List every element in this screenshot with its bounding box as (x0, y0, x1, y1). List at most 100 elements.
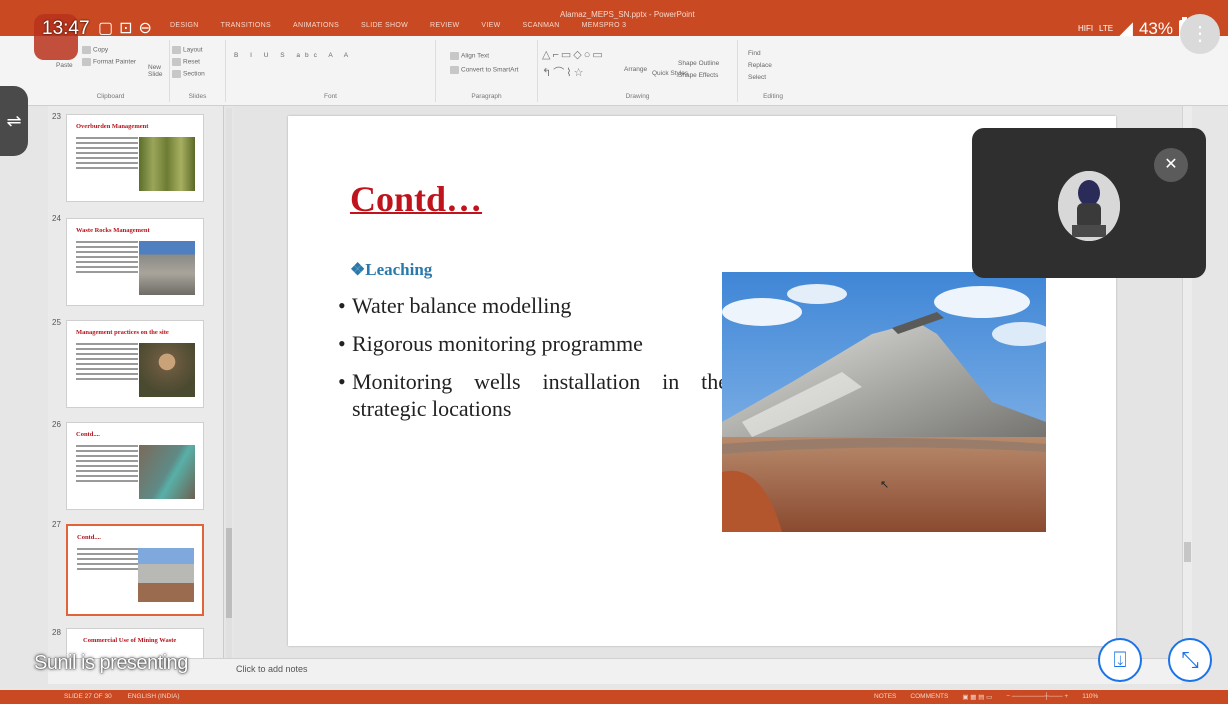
align-icon (450, 52, 459, 60)
paragraph-group: Align Text Convert to SmartArt Paragraph (436, 40, 538, 102)
thumb-number: 28 (52, 628, 61, 637)
slides-group: New Slide Layout Reset Section Slides (148, 40, 226, 102)
bullet-text: Water balance modelling (352, 293, 572, 318)
slide-thumbnail-25[interactable]: Management practices on the site (66, 320, 204, 408)
brush-icon (82, 58, 91, 66)
slide-thumbnail-24[interactable]: Waste Rocks Management (66, 218, 204, 306)
find-button[interactable]: Find (748, 50, 761, 57)
arrange-button[interactable]: Arrange (624, 66, 647, 73)
replace-button[interactable]: Replace (748, 62, 772, 69)
thumb-image (139, 445, 195, 499)
align-text-button[interactable]: Align Text (450, 52, 489, 60)
exit-fullscreen-button[interactable]: ⤡ (1168, 638, 1212, 682)
notes-toggle[interactable]: NOTES (874, 693, 896, 701)
copy-icon (82, 46, 91, 54)
section-icon (172, 70, 181, 78)
slide-subheading[interactable]: ❖Leaching (350, 260, 432, 280)
status-icons: ▢ ⊡ ⊖ (98, 18, 152, 38)
slide-thumbnail-23[interactable]: Overburden Management (66, 114, 204, 202)
copy-button[interactable]: Copy (82, 46, 108, 54)
drawing-group: △⌐▭◇○▭ ↰⌒⌇☆ Arrange Quick Styles Shape O… (538, 40, 738, 102)
layout-button[interactable]: Layout (172, 46, 203, 54)
ribbon-title-bar: Alamaz_MEPS_SN.pptx - PowerPoint DESIGN … (0, 0, 1228, 36)
shape-effects-button[interactable]: Shape Effects (678, 72, 718, 79)
tailings-heap-photo[interactable] (722, 272, 1046, 532)
participant-avatar (1058, 171, 1120, 241)
tab-transitions[interactable]: TRANSITIONS (221, 22, 271, 29)
bullet-item: • Rigorous monitoring programme (338, 330, 728, 357)
avatar-figure (1058, 171, 1120, 241)
view-buttons[interactable]: ▣ ▦ ▤ ▭ (962, 693, 992, 701)
presenting-label: Sunil is presenting (34, 652, 188, 674)
shapes-gallery[interactable]: △⌐▭◇○▭ (542, 48, 605, 61)
smartart-button[interactable]: Convert to SmartArt (450, 66, 518, 74)
thumb-image (139, 343, 195, 397)
tab-animations[interactable]: ANIMATIONS (293, 22, 339, 29)
pin-icon: ⍗ (1113, 647, 1127, 672)
thumb-text-lines (76, 445, 138, 485)
thumbnail-scrollbar[interactable] (226, 108, 232, 664)
overflow-button[interactable]: ⋮ (1180, 14, 1220, 54)
collapse-icon: ⤡ (1181, 647, 1199, 672)
thumb-number: 23 (52, 112, 61, 121)
thumb-title: Contd.... (76, 431, 100, 438)
tab-review[interactable]: REVIEW (430, 22, 459, 29)
bullet-text: Monitoring wells installation in the str… (352, 369, 728, 421)
screen: Alamaz_MEPS_SN.pptx - PowerPoint DESIGN … (0, 0, 1228, 704)
comments-toggle[interactable]: COMMENTS (910, 693, 948, 701)
side-panel-handle[interactable]: ⇌ (0, 86, 28, 156)
layout-icon (172, 46, 181, 54)
reset-label: Reset (183, 58, 200, 66)
tab-slide-show[interactable]: SLIDE SHOW (361, 22, 408, 29)
network-label: HIFI (1077, 23, 1094, 33)
thumbnail-scroll-knob[interactable] (226, 528, 232, 618)
bullet-dot: • (338, 293, 346, 318)
drawing-label: Drawing (625, 93, 650, 100)
tab-scanman[interactable]: SCANMAN (523, 22, 560, 29)
thumb-title: Contd.... (77, 534, 101, 541)
thumb-image (139, 241, 195, 295)
smartart-label: Convert to SmartArt (461, 66, 519, 74)
editor-scroll-knob[interactable] (1184, 542, 1191, 562)
zoom-level[interactable]: 110% (1082, 693, 1098, 701)
paste-button[interactable]: Paste (56, 62, 73, 69)
section-label: Section (183, 70, 205, 78)
tab-view[interactable]: VIEW (481, 22, 500, 29)
thumb-text-lines (76, 343, 138, 383)
select-button[interactable]: Select (748, 74, 766, 81)
new-slide-button[interactable]: New Slide (148, 64, 168, 78)
copy-label: Copy (93, 46, 109, 54)
signal-icon: ◢ (1119, 18, 1133, 38)
shapes-gallery-row2[interactable]: ↰⌒⌇☆ (542, 64, 585, 80)
bullet-text: Rigorous monitoring programme (352, 331, 643, 356)
notes-placeholder[interactable]: Click to add notes (236, 664, 308, 674)
pin-button[interactable]: ⍗ (1098, 638, 1142, 682)
section-button[interactable]: Section (172, 70, 205, 78)
mouse-pointer-icon: ↖ (880, 479, 890, 491)
smartart-icon (450, 66, 459, 74)
status-bar-left: SLIDE 27 OF 30 ENGLISH (INDIA) (64, 693, 180, 700)
notes-pane[interactable] (48, 658, 1182, 684)
thumb-title: Commercial Use of Mining Waste (83, 637, 177, 644)
tab-memspro[interactable]: MEMSPRO 3 (582, 22, 627, 29)
language-indicator[interactable]: ENGLISH (INDIA) (128, 693, 180, 700)
shape-outline-button[interactable]: Shape Outline (678, 60, 719, 67)
heap-illustration (722, 272, 1046, 532)
font-group: B I U S abc A A Font (226, 40, 436, 102)
bullet-dot: • (338, 369, 346, 394)
slide-title[interactable]: Contd… (350, 178, 482, 220)
slide-thumbnail-27[interactable]: Contd.... (66, 524, 204, 616)
reset-button[interactable]: Reset (172, 58, 200, 66)
tab-design[interactable]: DESIGN (170, 22, 199, 29)
window-title: Alamaz_MEPS_SN.pptx - PowerPoint (560, 10, 695, 19)
slide-thumbnail-26[interactable]: Contd.... (66, 422, 204, 510)
slide-bullet-list[interactable]: • Water balance modelling • Rigorous monit… (338, 292, 728, 433)
zoom-slider[interactable]: − ───────┼─── + (1006, 693, 1068, 701)
format-painter-button[interactable]: Format Painter (82, 58, 136, 66)
font-label: Font (323, 93, 337, 100)
format-painter-label: Format Painter (93, 58, 136, 66)
reset-icon (172, 58, 181, 66)
bullet-item: • Monitoring wells installation in the st… (338, 368, 728, 422)
battery-percent: 43% (1138, 18, 1173, 38)
font-format-buttons[interactable]: B I U S abc A A (234, 52, 353, 59)
